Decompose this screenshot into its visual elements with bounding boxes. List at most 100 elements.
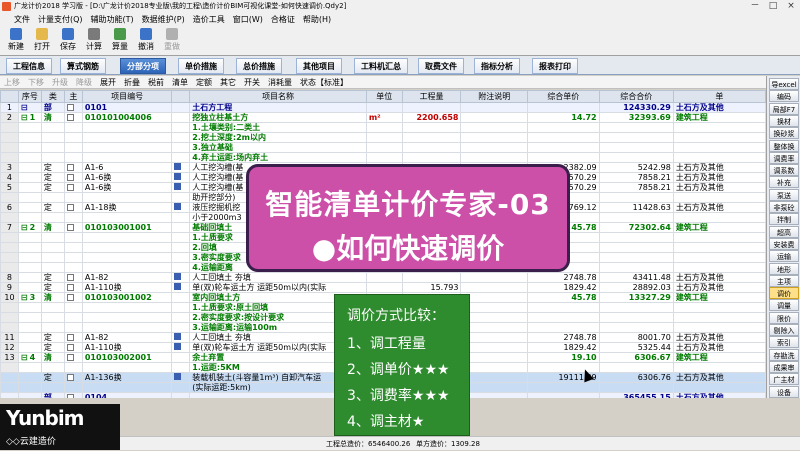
side-tool-button[interactable]: 导excel — [769, 78, 799, 90]
cell-total[interactable] — [598, 132, 674, 143]
main-checkbox[interactable] — [63, 182, 83, 193]
cell-extra[interactable]: 建筑工程 — [672, 112, 766, 123]
cell-rn[interactable] — [0, 362, 19, 373]
cell-unit[interactable] — [365, 122, 403, 133]
cell-total[interactable]: 72302.64 — [598, 222, 674, 233]
menu-cost-tools[interactable]: 造价工具 — [189, 13, 229, 26]
cell-total[interactable]: 6306.76 — [598, 372, 674, 383]
main-checkbox[interactable] — [63, 142, 83, 153]
cell-name[interactable]: 土石方工程 — [189, 102, 367, 113]
quota-icon-cell[interactable] — [171, 292, 191, 303]
main-checkbox[interactable] — [63, 152, 83, 163]
cell-code[interactable]: A1-136换 — [81, 372, 173, 383]
cell-note[interactable] — [460, 282, 528, 293]
cell-code[interactable]: A1-110换 — [81, 342, 173, 353]
cell-rn[interactable] — [0, 242, 19, 253]
cell-extra[interactable]: 建筑工程 — [672, 222, 766, 233]
menu-window[interactable]: 窗口(W) — [229, 13, 267, 26]
cell-rn[interactable] — [0, 372, 19, 383]
row-expander[interactable]: ⊟ — [17, 102, 42, 113]
checkbox-icon[interactable] — [66, 184, 74, 191]
column-header[interactable]: 附注说明 — [460, 90, 528, 103]
tab-6[interactable]: 工料机汇总 — [354, 58, 408, 74]
row-expander[interactable]: ⊟ 1 — [17, 112, 42, 123]
quota-icon-cell[interactable] — [171, 322, 191, 333]
menu-payment[interactable]: 计量支付(Q) — [34, 13, 87, 26]
cell-price[interactable]: 1829.42 — [527, 282, 600, 293]
cell-rn[interactable]: 13 — [0, 352, 19, 363]
cell-extra[interactable] — [672, 212, 766, 223]
main-checkbox[interactable] — [63, 272, 83, 283]
menu-certificate[interactable]: 合格证 — [267, 13, 299, 26]
cell-note[interactable] — [460, 132, 528, 143]
table-row[interactable]: 2.挖土深度:2m以内 — [0, 132, 766, 143]
cell-note[interactable] — [460, 112, 528, 123]
cell-price[interactable]: 2748.78 — [527, 332, 600, 343]
cell-extra[interactable] — [672, 382, 766, 393]
cell-total[interactable]: 32393.69 — [598, 112, 674, 123]
cell-extra[interactable] — [672, 252, 766, 263]
cell-total[interactable] — [598, 152, 674, 163]
quota-icon-cell[interactable] — [171, 112, 191, 123]
cell-code[interactable]: 010103002001 — [81, 352, 173, 363]
quota-icon-cell[interactable] — [171, 282, 191, 293]
cell-type[interactable] — [40, 362, 65, 373]
grid-tool-3[interactable]: 降级 — [72, 76, 96, 89]
cell-extra[interactable]: 土石方及其他 — [672, 332, 766, 343]
cell-code[interactable]: A1-82 — [81, 272, 173, 283]
cell-price[interactable] — [527, 122, 600, 133]
cell-total[interactable] — [598, 262, 674, 273]
cell-extra[interactable]: 土石方及其他 — [672, 182, 766, 193]
tab-8[interactable]: 指标分析 — [474, 58, 520, 74]
cell-rn[interactable]: 8 — [0, 272, 19, 283]
cell-rn[interactable]: 10 — [0, 292, 19, 303]
cell-qty[interactable] — [401, 152, 462, 163]
cell-price[interactable]: 19.10 — [527, 352, 600, 363]
cell-note[interactable] — [460, 332, 528, 343]
expander-icon[interactable]: ⊟ — [21, 114, 28, 122]
cell-unit[interactable] — [365, 142, 403, 153]
table-row[interactable]: 8 定 A1-82 人工回填土 夯填 2748.78 43411.48 土石方及其他 — [0, 272, 766, 283]
grid-tool-11[interactable]: 消耗量 — [264, 76, 296, 89]
cell-rn[interactable]: 2 — [0, 112, 19, 123]
row-expander[interactable] — [17, 332, 42, 343]
quota-icon-cell[interactable] — [171, 152, 191, 163]
row-expander[interactable] — [17, 192, 42, 203]
cell-note[interactable] — [460, 352, 528, 363]
row-expander[interactable] — [17, 362, 42, 373]
table-row[interactable]: 2 ⊟ 1 清 010101004006 挖独立柱基土方 m² 2200.658 14.72 32… — [0, 112, 766, 123]
row-expander[interactable] — [17, 252, 42, 263]
side-tool-button[interactable]: 换材 — [769, 114, 799, 127]
cell-type[interactable] — [40, 322, 65, 333]
row-expander[interactable] — [17, 262, 42, 273]
quota-icon-cell[interactable] — [171, 162, 191, 173]
cell-type[interactable] — [40, 142, 65, 153]
cell-type[interactable] — [40, 192, 65, 203]
cell-extra[interactable] — [672, 302, 766, 313]
cell-note[interactable] — [460, 372, 528, 383]
cell-note[interactable] — [460, 122, 528, 133]
minimize-button[interactable]: － — [746, 0, 764, 13]
quota-icon-cell[interactable] — [171, 302, 191, 313]
row-expander[interactable] — [17, 142, 42, 153]
side-tool-button[interactable]: 整体换 — [769, 139, 799, 152]
cell-type[interactable]: 定 — [40, 342, 65, 353]
cell-price[interactable] — [527, 382, 600, 393]
side-tool-button[interactable]: 拌制 — [769, 213, 799, 226]
cell-type[interactable] — [40, 132, 65, 143]
cell-price[interactable] — [527, 302, 600, 313]
main-checkbox[interactable] — [63, 372, 83, 383]
cell-total[interactable]: 5242.98 — [598, 162, 674, 173]
cell-rn[interactable]: 4 — [0, 172, 19, 183]
quota-icon-cell[interactable] — [171, 272, 191, 283]
cell-code[interactable] — [81, 232, 173, 243]
checkbox-icon[interactable] — [66, 164, 74, 171]
cell-code[interactable] — [81, 312, 173, 323]
side-tool-button[interactable]: 运输 — [769, 250, 799, 263]
cell-rn[interactable] — [0, 192, 19, 203]
tab-4[interactable]: 总价措施 — [236, 58, 282, 74]
cell-rn[interactable] — [0, 312, 19, 323]
cell-total[interactable] — [598, 192, 674, 203]
cell-note[interactable] — [460, 142, 528, 153]
row-expander[interactable] — [17, 282, 42, 293]
